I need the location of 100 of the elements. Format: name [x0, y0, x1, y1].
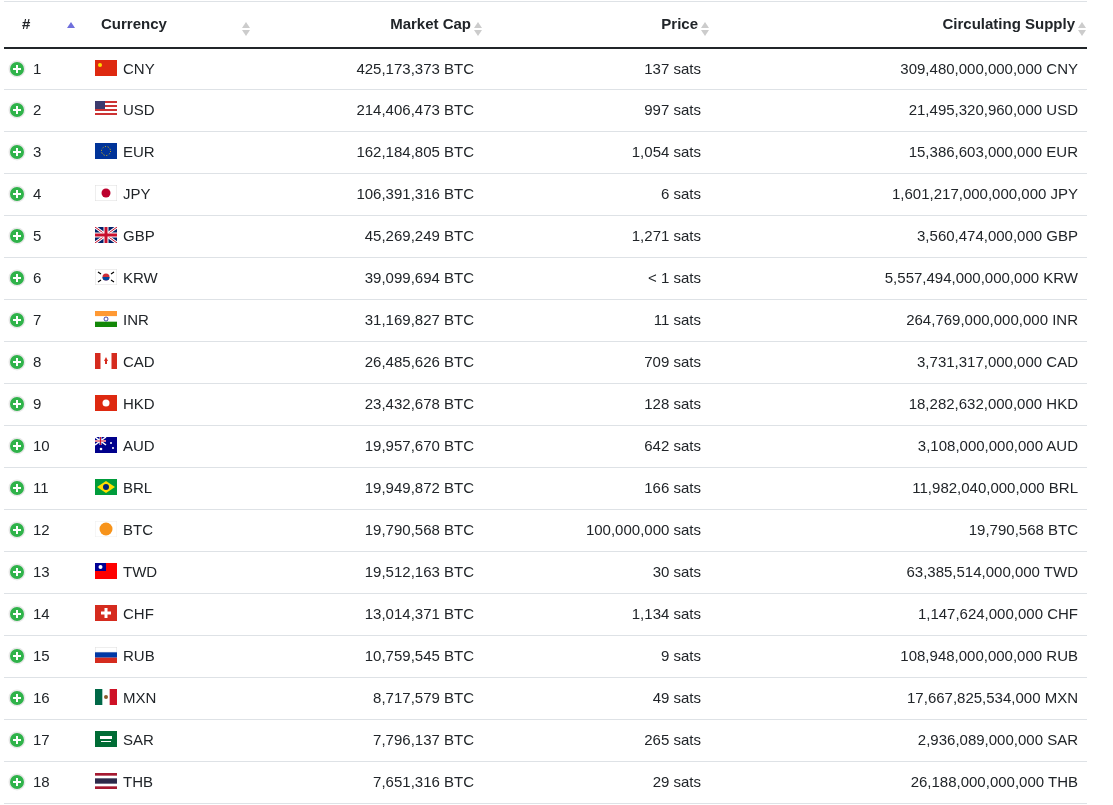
rank-text: 17	[33, 731, 50, 749]
add-icon[interactable]	[8, 143, 26, 162]
currency-code: CAD	[123, 353, 155, 371]
flag-icon	[95, 395, 117, 412]
currency-code: JPY	[123, 185, 151, 203]
supply-cell: 17,667,825,534,000 MXN	[907, 689, 1078, 707]
market-cap-cell: 19,790,568 BTC	[364, 521, 474, 539]
market-cap-cell: 10,759,545 BTC	[364, 647, 474, 665]
market-cap-cell: 13,014,371 BTC	[364, 605, 474, 623]
flag-icon	[95, 353, 117, 370]
rank-text: 8	[33, 353, 42, 371]
column-header[interactable]: Currency	[95, 13, 167, 36]
add-icon[interactable]	[8, 773, 26, 792]
add-icon[interactable]	[8, 731, 26, 750]
price-cell: 1,054 sats	[631, 143, 701, 161]
add-icon[interactable]	[8, 227, 26, 246]
flag-icon	[95, 101, 117, 118]
rank-text: 7	[33, 311, 42, 329]
currency-code: INR	[123, 311, 149, 329]
market-cap-cell: 106,391,316 BTC	[356, 185, 474, 203]
flag-icon	[95, 437, 117, 454]
currency-code: BTC	[123, 521, 153, 539]
market-cap-cell: 425,173,373 BTC	[356, 59, 474, 77]
currency-code: CNY	[123, 59, 155, 77]
market-cap-cell: 31,169,827 BTC	[364, 311, 474, 329]
currency-code: USD	[123, 101, 155, 119]
flag-icon	[95, 773, 117, 790]
price-cell: 29 sats	[652, 773, 701, 791]
supply-cell: 19,790,568 BTC	[968, 521, 1078, 539]
flag-icon	[95, 59, 117, 76]
currency-code: GBP	[123, 227, 155, 245]
rank-text: 1	[33, 59, 42, 77]
column-header[interactable]: Market Cap	[390, 13, 471, 36]
supply-cell: 1,601,217,000,000,000 JPY	[892, 185, 1078, 203]
supply-cell: 1,147,624,000,000 CHF	[917, 605, 1078, 623]
price-cell: 6 sats	[660, 185, 701, 203]
market-cap-cell: 19,949,872 BTC	[364, 479, 474, 497]
add-icon[interactable]	[8, 185, 26, 204]
add-icon[interactable]	[8, 101, 26, 120]
add-icon[interactable]	[8, 605, 26, 624]
rank-text: 12	[33, 521, 50, 539]
flag-icon	[95, 479, 117, 496]
price-cell: 11 sats	[653, 311, 701, 329]
add-icon[interactable]	[8, 479, 26, 498]
supply-cell: 26,188,000,000,000 THB	[910, 773, 1078, 791]
add-icon[interactable]	[8, 59, 26, 78]
rank-text: 18	[33, 773, 50, 791]
currency-code: RUB	[123, 647, 155, 665]
flag-icon	[95, 269, 117, 286]
price-cell: 128 sats	[644, 395, 701, 413]
price-cell: 1,271 sats	[631, 227, 701, 245]
add-icon[interactable]	[8, 437, 26, 456]
market-cap-cell: 214,406,473 BTC	[356, 101, 474, 119]
currency-code: MXN	[123, 689, 157, 707]
rank-text: 5	[33, 227, 42, 245]
rank-text: 3	[33, 143, 42, 161]
price-cell: 166 sats	[644, 479, 701, 497]
add-icon[interactable]	[8, 269, 26, 288]
column-header[interactable]: #	[14, 13, 31, 36]
column-header[interactable]: Circulating Supply	[942, 13, 1075, 36]
add-icon[interactable]	[8, 689, 26, 708]
coin-icon	[95, 521, 117, 538]
price-cell: 9 sats	[660, 647, 701, 665]
price-cell: < 1 sats	[648, 269, 701, 287]
market-cap-cell: 7,651,316 BTC	[373, 773, 474, 791]
market-cap-cell: 162,184,805 BTC	[356, 143, 474, 161]
supply-cell: 18,282,632,000,000 HKD	[908, 395, 1078, 413]
flag-icon	[95, 731, 117, 748]
price-cell: 642 sats	[644, 437, 701, 455]
price-cell: 30 sats	[652, 563, 701, 581]
column-header[interactable]: Price	[661, 13, 698, 36]
add-icon[interactable]	[8, 563, 26, 582]
supply-cell: 3,560,474,000,000 GBP	[917, 227, 1078, 245]
add-icon[interactable]	[8, 521, 26, 540]
add-icon[interactable]	[8, 647, 26, 666]
currency-code: HKD	[123, 395, 155, 413]
currency-code: EUR	[123, 143, 155, 161]
currency-code: AUD	[123, 437, 155, 455]
add-icon[interactable]	[8, 353, 26, 372]
market-cap-cell: 45,269,249 BTC	[364, 227, 474, 245]
rank-text: 13	[33, 563, 50, 581]
supply-cell: 309,480,000,000,000 CNY	[900, 59, 1078, 77]
market-cap-cell: 19,957,670 BTC	[364, 437, 474, 455]
supply-cell: 15,386,603,000,000 EUR	[908, 143, 1078, 161]
flag-icon	[95, 605, 117, 622]
rank-text: 15	[33, 647, 50, 665]
market-cap-cell: 19,512,163 BTC	[364, 563, 474, 581]
supply-cell: 63,385,514,000,000 TWD	[906, 563, 1078, 581]
currency-code: TWD	[123, 563, 158, 581]
price-cell: 709 sats	[644, 353, 701, 371]
supply-cell: 11,982,040,000,000 BRL	[912, 479, 1078, 497]
price-cell: 137 sats	[644, 59, 701, 77]
market-cap-cell: 7,796,137 BTC	[373, 731, 474, 749]
price-cell: 100,000,000 sats	[585, 521, 701, 539]
supply-cell: 108,948,000,000,000 RUB	[900, 647, 1078, 665]
add-icon[interactable]	[8, 311, 26, 330]
supply-cell: 3,731,317,000,000 CAD	[917, 353, 1078, 371]
add-icon[interactable]	[8, 395, 26, 414]
flag-icon	[95, 563, 117, 580]
currency-code: THB	[123, 773, 153, 791]
